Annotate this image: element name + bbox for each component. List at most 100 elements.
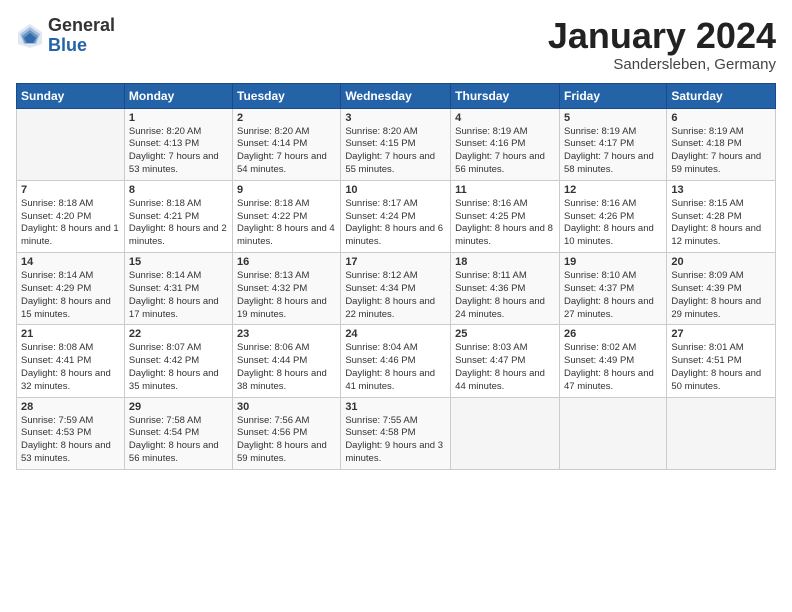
calendar-cell: [667, 397, 776, 469]
logo-general-text: General: [48, 16, 115, 36]
calendar-cell: 2 Sunrise: 8:20 AMSunset: 4:14 PMDaylight…: [233, 108, 341, 180]
col-friday: Friday: [559, 83, 666, 108]
calendar-cell: 12Sunrise: 8:16 AMSunset: 4:26 PMDayligh…: [559, 180, 666, 252]
calendar-cell: 19 Sunrise: 8:10 AMSunset: 4:37 PMDayligh…: [559, 253, 666, 325]
day-number: 2: [237, 112, 336, 124]
day-info: Sunrise: 7:56 AMSunset: 4:56 PMDaylight:…: [237, 415, 336, 466]
day-number: 7: [21, 184, 120, 196]
calendar-cell: 3 Sunrise: 8:20 AMSunset: 4:15 PMDaylight…: [341, 108, 451, 180]
day-info: Sunrise: 7:59 AMSunset: 4:53 PMDaylight:…: [21, 415, 120, 466]
day-info: Sunrise: 8:14 AMSunset: 4:29 PMDaylight:…: [21, 270, 120, 321]
calendar-cell: 11 Sunrise: 8:16 AMSunset: 4:25 PMDayligh…: [451, 180, 560, 252]
calendar-cell: 1 Sunrise: 8:20 AMSunset: 4:13 PMDaylight…: [124, 108, 232, 180]
logo-text: General Blue: [48, 16, 115, 56]
calendar-cell: 31 Sunrise: 7:55 AMSunset: 4:58 PMDayligh…: [341, 397, 451, 469]
day-info: Sunrise: 8:17 AMSunset: 4:24 PMDaylight:…: [345, 198, 446, 249]
day-info: Sunrise: 8:13 AMSunset: 4:32 PMDaylight:…: [237, 270, 336, 321]
page-header: General Blue January 2024 Sandersleben, …: [16, 16, 776, 73]
day-number: 14: [21, 256, 120, 268]
day-number: 27: [671, 328, 771, 340]
day-info: Sunrise: 8:19 AMSunset: 4:17 PMDaylight:…: [564, 126, 662, 177]
day-number: 24: [345, 328, 446, 340]
day-info: Sunrise: 8:18 AMSunset: 4:22 PMDaylight:…: [237, 198, 336, 249]
calendar-header-row: Sunday Monday Tuesday Wednesday Thursday…: [17, 83, 776, 108]
day-number: 11: [455, 184, 555, 196]
calendar-cell: 4 Sunrise: 8:19 AMSunset: 4:16 PMDaylight…: [451, 108, 560, 180]
calendar-cell: 10 Sunrise: 8:17 AMSunset: 4:24 PMDayligh…: [341, 180, 451, 252]
day-info: Sunrise: 8:06 AMSunset: 4:44 PMDaylight:…: [237, 342, 336, 393]
day-info: Sunrise: 8:20 AMSunset: 4:13 PMDaylight:…: [129, 126, 228, 177]
calendar-cell: 30 Sunrise: 7:56 AMSunset: 4:56 PMDayligh…: [233, 397, 341, 469]
day-number: 19: [564, 256, 662, 268]
calendar-cell: 8 Sunrise: 8:18 AMSunset: 4:21 PMDaylight…: [124, 180, 232, 252]
calendar-cell: 14 Sunrise: 8:14 AMSunset: 4:29 PMDayligh…: [17, 253, 125, 325]
calendar-cell: 20Sunrise: 8:09 AMSunset: 4:39 PMDayligh…: [667, 253, 776, 325]
day-info: Sunrise: 8:02 AMSunset: 4:49 PMDaylight:…: [564, 342, 662, 393]
calendar-cell: 5Sunrise: 8:19 AMSunset: 4:17 PMDaylight…: [559, 108, 666, 180]
month-title: January 2024: [548, 16, 776, 56]
day-number: 31: [345, 401, 446, 413]
calendar-cell: 28Sunrise: 7:59 AMSunset: 4:53 PMDayligh…: [17, 397, 125, 469]
day-info: Sunrise: 7:58 AMSunset: 4:54 PMDaylight:…: [129, 415, 228, 466]
calendar-cell: [451, 397, 560, 469]
calendar-cell: 22Sunrise: 8:07 AMSunset: 4:42 PMDayligh…: [124, 325, 232, 397]
day-info: Sunrise: 8:18 AMSunset: 4:20 PMDaylight:…: [21, 198, 120, 249]
col-wednesday: Wednesday: [341, 83, 451, 108]
day-number: 17: [345, 256, 446, 268]
col-monday: Monday: [124, 83, 232, 108]
calendar-cell: 29 Sunrise: 7:58 AMSunset: 4:54 PMDayligh…: [124, 397, 232, 469]
day-number: 1: [129, 112, 228, 124]
day-info: Sunrise: 8:10 AMSunset: 4:37 PMDaylight:…: [564, 270, 662, 321]
location-text: Sandersleben, Germany: [548, 56, 776, 73]
day-number: 3: [345, 112, 446, 124]
calendar-cell: 15 Sunrise: 8:14 AMSunset: 4:31 PMDayligh…: [124, 253, 232, 325]
day-number: 4: [455, 112, 555, 124]
day-info: Sunrise: 8:20 AMSunset: 4:14 PMDaylight:…: [237, 126, 336, 177]
day-info: Sunrise: 8:14 AMSunset: 4:31 PMDaylight:…: [129, 270, 228, 321]
calendar-cell: 7 Sunrise: 8:18 AMSunset: 4:20 PMDaylight…: [17, 180, 125, 252]
col-tuesday: Tuesday: [233, 83, 341, 108]
calendar-week-4: 21Sunrise: 8:08 AMSunset: 4:41 PMDayligh…: [17, 325, 776, 397]
day-number: 8: [129, 184, 228, 196]
calendar-cell: 17 Sunrise: 8:12 AMSunset: 4:34 PMDayligh…: [341, 253, 451, 325]
calendar-cell: 13 Sunrise: 8:15 AMSunset: 4:28 PMDayligh…: [667, 180, 776, 252]
calendar-cell: 24 Sunrise: 8:04 AMSunset: 4:46 PMDayligh…: [341, 325, 451, 397]
day-info: Sunrise: 8:09 AMSunset: 4:39 PMDaylight:…: [671, 270, 771, 321]
calendar-cell: 26 Sunrise: 8:02 AMSunset: 4:49 PMDayligh…: [559, 325, 666, 397]
day-info: Sunrise: 8:07 AMSunset: 4:42 PMDaylight:…: [129, 342, 228, 393]
calendar-cell: [559, 397, 666, 469]
day-number: 18: [455, 256, 555, 268]
title-block: January 2024 Sandersleben, Germany: [548, 16, 776, 73]
calendar-week-2: 7 Sunrise: 8:18 AMSunset: 4:20 PMDaylight…: [17, 180, 776, 252]
day-info: Sunrise: 8:04 AMSunset: 4:46 PMDaylight:…: [345, 342, 446, 393]
calendar-cell: [17, 108, 125, 180]
day-info: Sunrise: 8:08 AMSunset: 4:41 PMDaylight:…: [21, 342, 120, 393]
day-info: Sunrise: 8:19 AMSunset: 4:16 PMDaylight:…: [455, 126, 555, 177]
day-number: 26: [564, 328, 662, 340]
day-info: Sunrise: 8:16 AMSunset: 4:26 PMDaylight:…: [564, 198, 662, 249]
day-number: 15: [129, 256, 228, 268]
day-info: Sunrise: 8:18 AMSunset: 4:21 PMDaylight:…: [129, 198, 228, 249]
day-number: 13: [671, 184, 771, 196]
day-info: Sunrise: 8:15 AMSunset: 4:28 PMDaylight:…: [671, 198, 771, 249]
day-number: 9: [237, 184, 336, 196]
day-info: Sunrise: 8:11 AMSunset: 4:36 PMDaylight:…: [455, 270, 555, 321]
calendar-cell: 23Sunrise: 8:06 AMSunset: 4:44 PMDayligh…: [233, 325, 341, 397]
day-number: 30: [237, 401, 336, 413]
logo: General Blue: [16, 16, 115, 56]
logo-icon: [16, 22, 44, 50]
logo-blue-text: Blue: [48, 36, 115, 56]
day-number: 6: [671, 112, 771, 124]
page-container: General Blue January 2024 Sandersleben, …: [0, 0, 792, 478]
day-info: Sunrise: 8:19 AMSunset: 4:18 PMDaylight:…: [671, 126, 771, 177]
day-number: 16: [237, 256, 336, 268]
day-info: Sunrise: 8:20 AMSunset: 4:15 PMDaylight:…: [345, 126, 446, 177]
day-info: Sunrise: 8:12 AMSunset: 4:34 PMDaylight:…: [345, 270, 446, 321]
day-info: Sunrise: 8:16 AMSunset: 4:25 PMDaylight:…: [455, 198, 555, 249]
day-number: 10: [345, 184, 446, 196]
calendar-cell: 6 Sunrise: 8:19 AMSunset: 4:18 PMDaylight…: [667, 108, 776, 180]
day-info: Sunrise: 7:55 AMSunset: 4:58 PMDaylight:…: [345, 415, 446, 466]
calendar-cell: 25Sunrise: 8:03 AMSunset: 4:47 PMDayligh…: [451, 325, 560, 397]
col-saturday: Saturday: [667, 83, 776, 108]
day-number: 29: [129, 401, 228, 413]
